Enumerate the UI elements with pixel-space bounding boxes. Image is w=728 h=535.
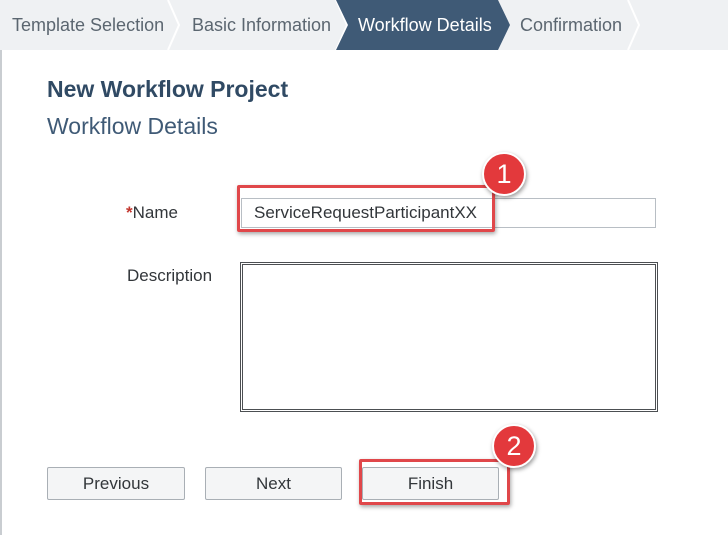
step-template-selection[interactable]: Template Selection bbox=[0, 0, 180, 50]
step-label-basic-information: Basic Information bbox=[192, 14, 332, 35]
required-marker: * bbox=[126, 203, 133, 222]
wizard-step-bar: Template Selection Basic Information Wor… bbox=[0, 0, 728, 50]
callout-badge-2: 2 bbox=[492, 424, 536, 468]
step-basic-information[interactable]: Basic Information bbox=[170, 0, 350, 50]
finish-button[interactable]: Finish bbox=[362, 467, 499, 500]
wizard-page: Template Selection Basic Information Wor… bbox=[0, 0, 728, 535]
step-label-confirmation: Confirmation bbox=[520, 14, 623, 35]
description-label: Description bbox=[127, 266, 213, 285]
page-title: New Workflow Project bbox=[47, 76, 289, 102]
left-border bbox=[0, 0, 2, 535]
step-label-template-selection: Template Selection bbox=[12, 14, 165, 35]
step-label-workflow-details: Workflow Details bbox=[358, 14, 492, 35]
step-confirmation[interactable]: Confirmation bbox=[500, 0, 645, 50]
name-label-text: Name bbox=[132, 203, 178, 222]
name-input[interactable] bbox=[241, 198, 656, 228]
callout-badge-1: 1 bbox=[482, 152, 526, 196]
previous-button[interactable]: Previous bbox=[47, 467, 185, 500]
page-subtitle: Workflow Details bbox=[47, 113, 218, 139]
name-label: *Name bbox=[126, 203, 178, 223]
description-textarea[interactable] bbox=[240, 262, 658, 412]
step-workflow-details[interactable]: Workflow Details bbox=[336, 0, 512, 50]
next-button[interactable]: Next bbox=[205, 467, 342, 500]
